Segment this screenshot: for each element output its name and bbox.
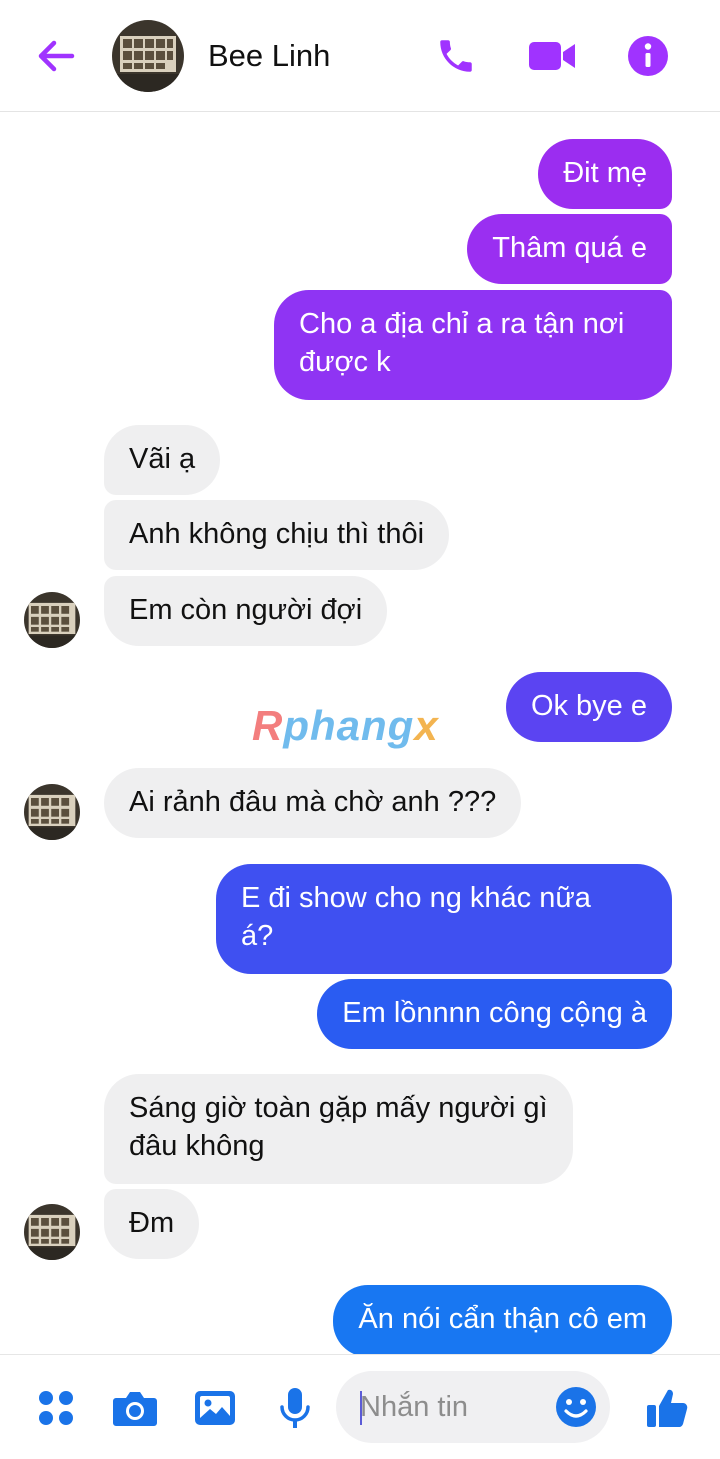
message-bubble-incoming[interactable]: Anh không chịu thì thôi bbox=[104, 500, 450, 570]
message-bubble-incoming[interactable]: Ai rảnh đâu mà chờ anh ??? bbox=[104, 768, 522, 838]
info-icon bbox=[628, 36, 668, 76]
chat-header: Bee Linh bbox=[0, 0, 720, 112]
phone-icon bbox=[440, 40, 472, 72]
contact-avatar[interactable] bbox=[112, 20, 184, 92]
gallery-button[interactable] bbox=[192, 1385, 238, 1431]
video-call-button[interactable] bbox=[528, 32, 576, 80]
apps-grid-icon bbox=[39, 1391, 73, 1425]
message-input[interactable] bbox=[360, 1389, 540, 1425]
voice-call-button[interactable] bbox=[432, 32, 480, 80]
message-bubble-outgoing[interactable]: Thâm quá e bbox=[467, 214, 672, 284]
message-list[interactable]: Đit mẹ Thâm quá e Cho a địa chỉ a ra tận… bbox=[0, 112, 720, 1354]
text-cursor bbox=[360, 1391, 362, 1425]
message-bubble-incoming[interactable]: Sáng giờ toàn gặp mấy người gì đâu không bbox=[104, 1074, 573, 1184]
emoji-icon bbox=[556, 1387, 596, 1427]
message-bubble-outgoing[interactable]: E đi show cho ng khác nữa á? bbox=[216, 864, 672, 974]
message-input-container[interactable] bbox=[336, 1371, 610, 1443]
message-bubble-outgoing[interactable]: Ok bye e bbox=[505, 672, 672, 742]
like-button[interactable] bbox=[644, 1385, 690, 1431]
thumbs-up-icon bbox=[647, 1389, 688, 1427]
camera-icon bbox=[113, 1392, 157, 1426]
message-bubble-incoming[interactable]: Đm bbox=[104, 1189, 200, 1259]
message-composer bbox=[0, 1354, 720, 1459]
message-bubble-outgoing[interactable]: Đit mẹ bbox=[538, 139, 672, 209]
message-bubble-incoming[interactable]: Em còn người đợi bbox=[104, 576, 388, 646]
watermark-logo: Rphangx bbox=[252, 702, 439, 749]
more-actions-button[interactable] bbox=[33, 1385, 79, 1431]
message-bubble-outgoing[interactable]: Ăn nói cẩn thận cô em bbox=[333, 1285, 672, 1354]
message-bubble-incoming[interactable]: Vãi ạ bbox=[104, 425, 221, 495]
info-button[interactable] bbox=[624, 32, 672, 80]
contact-name[interactable]: Bee Linh bbox=[208, 38, 330, 74]
sender-avatar[interactable] bbox=[24, 1204, 80, 1260]
image-icon bbox=[195, 1391, 235, 1425]
voice-message-button[interactable] bbox=[272, 1385, 318, 1431]
sender-avatar[interactable] bbox=[24, 784, 80, 840]
video-camera-icon bbox=[529, 42, 575, 70]
emoji-button[interactable] bbox=[554, 1385, 598, 1429]
camera-button[interactable] bbox=[112, 1385, 158, 1431]
message-bubble-outgoing[interactable]: Cho a địa chỉ a ra tận nơi được k bbox=[274, 290, 672, 400]
message-bubble-outgoing[interactable]: Em lồnnnn công cộng à bbox=[317, 979, 672, 1049]
arrow-left-icon bbox=[38, 40, 75, 72]
microphone-icon bbox=[280, 1388, 310, 1428]
sender-avatar[interactable] bbox=[24, 592, 80, 648]
back-button[interactable] bbox=[30, 30, 82, 82]
